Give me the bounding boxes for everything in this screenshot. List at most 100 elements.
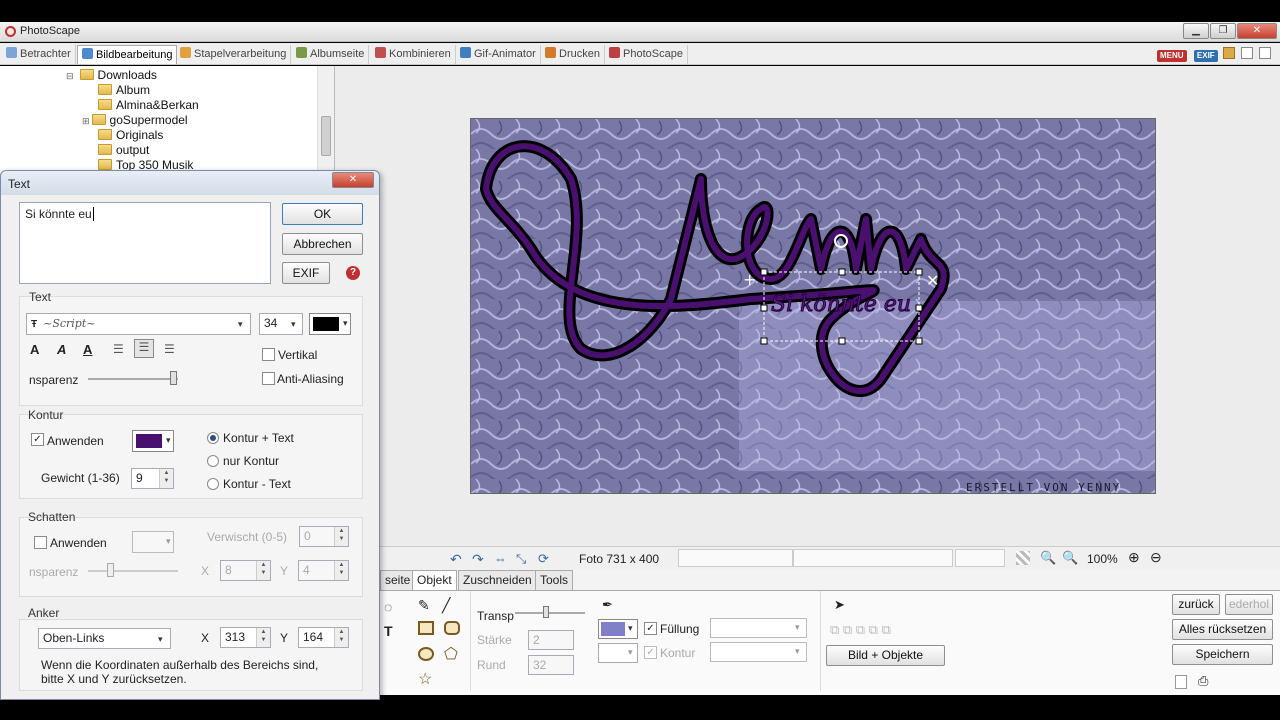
- document-icon[interactable]: [1241, 47, 1253, 59]
- tab-seite[interactable]: seite: [380, 570, 416, 590]
- cancel-button[interactable]: Abbrechen: [282, 233, 363, 255]
- undo-button[interactable]: zurück: [1172, 594, 1220, 615]
- kontur-checkbox[interactable]: ✓: [644, 646, 657, 659]
- pen-icon[interactable]: ✎: [418, 597, 430, 614]
- tab-bildbearbeitung[interactable]: Bildbearbeitung: [77, 45, 178, 64]
- underline-icon[interactable]: A: [83, 342, 92, 357]
- text-tool-icon[interactable]: T: [384, 623, 393, 639]
- spin-buttons[interactable]: ▲ ▼: [334, 628, 348, 647]
- tab-betrachter[interactable]: Betrachter: [2, 45, 76, 64]
- align-left-icon[interactable]: ☰: [113, 342, 124, 356]
- kontur-color-picker[interactable]: ▾: [132, 430, 174, 452]
- ellipse-icon[interactable]: [418, 647, 434, 661]
- line-icon[interactable]: ╱: [442, 597, 450, 614]
- tab-stapelverarbeitung[interactable]: Stapelverarbeitung: [176, 45, 292, 64]
- text-input-area[interactable]: Si könnte eu: [19, 202, 271, 284]
- ok-button[interactable]: OK: [282, 203, 363, 225]
- tab-zuschneiden[interactable]: Zuschneiden: [458, 570, 537, 590]
- anchor-x-input[interactable]: 313 ▲ ▼: [220, 627, 271, 648]
- tree-item-originals[interactable]: Originals: [98, 128, 163, 142]
- blur-input[interactable]: 0 ▲ ▼: [299, 526, 349, 547]
- tab-photoscape[interactable]: PhotoScape: [605, 45, 688, 64]
- resize-icon[interactable]: ⤡: [516, 551, 526, 567]
- copy-icon[interactable]: [1259, 47, 1271, 59]
- bold-icon[interactable]: A: [30, 342, 39, 357]
- new-document-icon[interactable]: [1175, 675, 1187, 689]
- align-center-icon[interactable]: ☰: [134, 339, 154, 358]
- shadow-color-picker[interactable]: ▾: [132, 531, 174, 553]
- scrollbar-thumb[interactable]: [321, 116, 331, 156]
- slider-thumb[interactable]: [543, 606, 549, 618]
- zoom-out-icon[interactable]: ⊖: [1150, 549, 1162, 566]
- close-window-button[interactable]: ✕: [1237, 23, 1277, 39]
- maximize-button[interactable]: ❐: [1210, 23, 1236, 39]
- fill-checkbox[interactable]: ✓: [644, 622, 657, 635]
- tree-item-downloads[interactable]: ⊟ Downloads: [66, 68, 157, 82]
- polygon-icon[interactable]: ⬠: [444, 644, 458, 664]
- fill-style-select[interactable]: ▾: [710, 618, 807, 638]
- tab-tools[interactable]: Tools: [535, 570, 574, 590]
- spin-buttons[interactable]: ▲ ▼: [334, 527, 348, 546]
- font-select[interactable]: Ŧ ~Script~ ▾: [26, 313, 251, 335]
- spin-buttons[interactable]: ▲ ▼: [256, 628, 270, 647]
- schatten-apply-checkbox[interactable]: [34, 536, 47, 549]
- rounded-rect-icon[interactable]: [444, 621, 460, 635]
- font-size-select[interactable]: 34 ▾: [259, 313, 303, 335]
- slider-thumb[interactable]: [107, 563, 114, 577]
- menu-badge[interactable]: MENU: [1157, 50, 1187, 62]
- zoom-fit-icon[interactable]: 🔍: [1040, 550, 1056, 566]
- kontur-apply-checkbox[interactable]: ✓: [31, 433, 44, 446]
- anchor-select[interactable]: Oben-Links ▾: [38, 628, 171, 649]
- zoom-in-icon[interactable]: ⊕: [1128, 549, 1140, 566]
- text-transparency-slider[interactable]: [88, 378, 178, 380]
- reset-all-button[interactable]: Alles rücksetzen: [1172, 619, 1273, 640]
- rotate-right-icon[interactable]: ↷: [472, 551, 484, 568]
- tree-scrollbar[interactable]: [317, 66, 334, 178]
- shadow-y-input[interactable]: 4 ▲ ▼: [298, 560, 349, 581]
- rectangle-icon[interactable]: [418, 621, 434, 635]
- anchor-y-input[interactable]: 164 ▲ ▼: [298, 627, 349, 648]
- nur-kontur-radio[interactable]: [207, 455, 219, 467]
- stroke-style-select[interactable]: ▾: [710, 642, 807, 662]
- tab-albumseite[interactable]: Albumseite: [292, 45, 370, 64]
- tree-item-gosupermodel[interactable]: ⊞ goSupermodel: [82, 113, 188, 127]
- tab-gif-animator[interactable]: Gif-Animator: [456, 45, 541, 64]
- italic-icon[interactable]: A: [57, 342, 66, 357]
- align-right-icon[interactable]: ☰: [164, 342, 175, 356]
- staerke-input[interactable]: 2: [528, 630, 574, 650]
- fill-color-picker[interactable]: ▾: [598, 619, 638, 639]
- tree-item-album[interactable]: Album: [98, 83, 150, 97]
- weight-input[interactable]: 9 ▲ ▼: [131, 468, 174, 489]
- redo-button[interactable]: ederhol: [1225, 594, 1273, 615]
- font-color-picker[interactable]: ▾: [309, 313, 351, 335]
- bild-objekte-button[interactable]: Bild + Objekte: [826, 645, 945, 666]
- shadow-transparency-slider[interactable]: [88, 570, 178, 572]
- lasso-icon[interactable]: ◌: [384, 599, 392, 615]
- exif-button[interactable]: EXIF: [282, 262, 330, 284]
- antialias-checkbox[interactable]: [262, 372, 275, 385]
- folder-icon[interactable]: [1223, 47, 1235, 59]
- save-button[interactable]: Speichern: [1172, 644, 1273, 665]
- tree-item-almina[interactable]: Almina&Berkan: [98, 98, 199, 112]
- pointer-icon[interactable]: ➤: [834, 597, 845, 613]
- spin-buttons[interactable]: ▲ ▼: [159, 469, 173, 488]
- tab-drucken[interactable]: Drucken: [541, 45, 605, 64]
- shadow-x-input[interactable]: 8 ▲ ▼: [220, 560, 271, 581]
- edited-photo[interactable]: Si könnte eu ✕ + ERSTELLT VON YENNY: [470, 118, 1156, 494]
- tab-objekt[interactable]: Objekt: [412, 570, 457, 590]
- tree-item-output[interactable]: output: [98, 143, 149, 157]
- transparency-slider[interactable]: [515, 612, 585, 614]
- flip-horizontal-icon[interactable]: ⇔: [494, 551, 507, 566]
- help-icon[interactable]: ?: [346, 266, 360, 280]
- vertical-checkbox[interactable]: [262, 348, 275, 361]
- rotate-left-icon[interactable]: ↶: [450, 551, 462, 568]
- slider-thumb[interactable]: [170, 371, 177, 385]
- exif-badge[interactable]: EXIF: [1193, 50, 1218, 62]
- kontur-minus-text-radio[interactable]: [207, 478, 219, 490]
- zoom-actual-icon[interactable]: 🔍: [1062, 550, 1078, 566]
- dialog-close-button[interactable]: ✕: [332, 172, 374, 188]
- minimize-button[interactable]: ▁: [1183, 23, 1209, 39]
- print-icon[interactable]: ⎙: [1198, 673, 1208, 689]
- star-icon[interactable]: ☆: [418, 669, 432, 689]
- tab-kombinieren[interactable]: Kombinieren: [371, 45, 456, 64]
